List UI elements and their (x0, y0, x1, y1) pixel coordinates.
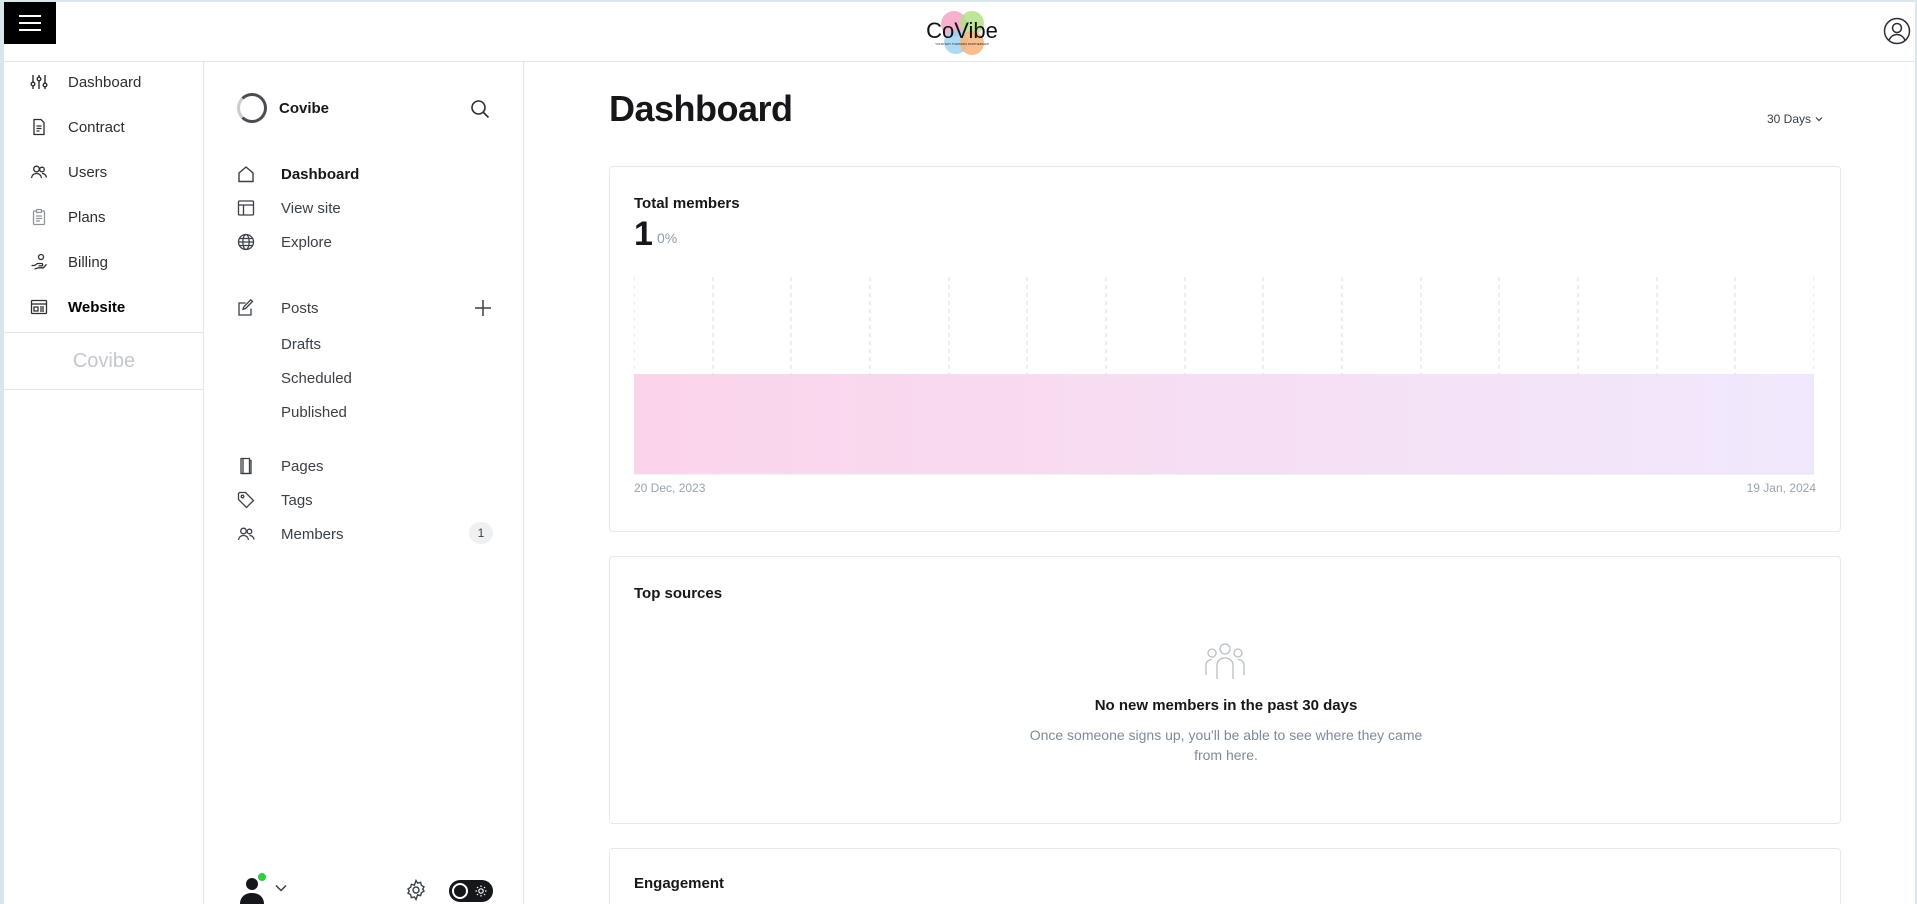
chart-start-date: 20 Dec, 2023 (634, 481, 706, 495)
members-icon (237, 527, 255, 541)
total-members-card: Total members 1 0% 20 Dec, 2023 19 Jan, … (609, 166, 1841, 532)
theme-toggle[interactable] (449, 880, 493, 902)
globe-icon (237, 233, 255, 251)
members-chart[interactable] (634, 277, 1814, 475)
sun-icon (475, 885, 487, 897)
site-logo-icon (237, 93, 267, 123)
card-title: Top sources (634, 585, 723, 602)
left-nav-label: Dashboard (68, 73, 142, 91)
left-nav-item-plans[interactable]: Plans (4, 197, 204, 237)
left-nav-label: Contract (68, 118, 125, 136)
billing-hand-icon (31, 253, 47, 270)
top-bar: CoVibe YOUR WAY TOWARDS PARTNERSHIP (4, 2, 1915, 62)
site-sidebar: Covibe Dashboard View site Explore Posts… (205, 62, 524, 904)
top-sources-card: Top sources No new members in the past 3… (609, 556, 1841, 824)
sliders-icon (30, 75, 48, 89)
sidebar-item-label: View site (281, 199, 341, 217)
sidebar-item-tags[interactable]: Tags (237, 486, 502, 514)
empty-state-title: No new members in the past 30 days (1094, 697, 1358, 714)
users-icon (30, 165, 48, 179)
chevron-down-icon[interactable] (275, 884, 287, 892)
total-members-delta: 0% (657, 230, 678, 246)
user-circle-icon[interactable] (1883, 17, 1911, 45)
site-name: Covibe (279, 99, 330, 117)
clipboard-icon (32, 208, 46, 226)
sidebar-subitem-published[interactable]: Published (281, 404, 347, 421)
left-nav-label: Plans (68, 208, 106, 226)
members-count-badge: 1 (469, 522, 493, 544)
card-title: Total members (634, 195, 740, 212)
page-title: Dashboard (609, 88, 793, 129)
left-nav-label: Website (68, 298, 126, 316)
logo-tagline: YOUR WAY TOWARDS PARTNERSHIP (935, 42, 989, 46)
online-status-dot (257, 872, 267, 882)
sidebar-item-label: Dashboard (281, 165, 360, 183)
left-nav-label: Billing (68, 253, 109, 271)
sidebar-item-view-site[interactable]: View site (237, 194, 502, 222)
chart-end-date: 19 Jan, 2024 (1746, 481, 1816, 495)
toggle-knob (452, 883, 468, 899)
pages-icon (240, 457, 252, 475)
home-icon (238, 166, 254, 183)
sidebar-item-posts[interactable]: Posts (237, 294, 502, 322)
sidebar-item-label: Explore (281, 233, 332, 251)
sidebar-footer (237, 872, 502, 904)
chart-area-fill (634, 374, 1814, 474)
sidebar-item-dashboard[interactable]: Dashboard (237, 160, 502, 188)
sidebar-item-label: Tags (281, 491, 313, 509)
left-nav-item-contract[interactable]: Contract (4, 107, 204, 147)
sidebar-item-label: Posts (281, 299, 319, 317)
tag-icon (237, 491, 255, 509)
main-content: Dashboard 30 Days Total members 1 0% 20 … (525, 62, 1915, 904)
card-title: Engagement (634, 875, 725, 892)
left-nav-item-users[interactable]: Users (4, 152, 204, 192)
left-nav-item-website[interactable]: Website (4, 287, 204, 327)
sidebar-item-label: Pages (281, 457, 324, 475)
total-members-value: 1 (634, 215, 653, 253)
empty-state-text: Once someone signs up, you'll be able to… (1029, 727, 1423, 763)
browser-icon (30, 299, 48, 315)
date-range-select[interactable]: 30 Days (1767, 112, 1823, 126)
document-icon (33, 118, 45, 136)
covibe-logo[interactable]: CoVibe YOUR WAY TOWARDS PARTNERSHIP (920, 8, 1004, 58)
left-nav-divider (4, 332, 204, 333)
search-icon[interactable] (470, 99, 490, 119)
left-nav-item-dashboard[interactable]: Dashboard (4, 62, 204, 102)
left-nav-footer-brand: Covibe (72, 350, 136, 372)
sidebar-subitem-drafts[interactable]: Drafts (281, 336, 321, 353)
date-range-label: 30 Days (1767, 112, 1812, 126)
logo-text: CoVibe (926, 18, 998, 43)
site-switcher[interactable]: Covibe (237, 92, 329, 124)
left-nav-label: Users (68, 163, 108, 181)
left-nav-item-billing[interactable]: Billing (4, 242, 204, 282)
new-post-plus-icon[interactable] (473, 298, 493, 318)
left-nav-divider (4, 389, 204, 390)
sidebar-subitem-scheduled[interactable]: Scheduled (281, 370, 352, 387)
members-empty-icon (1205, 643, 1245, 679)
sidebar-item-label: Members (281, 525, 344, 543)
chevron-down-icon (1815, 117, 1823, 122)
engagement-card: Engagement (609, 848, 1841, 904)
sidebar-item-members[interactable]: Members (237, 520, 502, 548)
sidebar-item-pages[interactable]: Pages (237, 452, 502, 480)
hamburger-icon[interactable] (4, 2, 56, 44)
layout-icon (237, 200, 255, 216)
edit-icon (238, 299, 254, 316)
sidebar-item-explore[interactable]: Explore (237, 228, 502, 256)
left-nav: Dashboard Contract Users Plans Billing W… (4, 62, 204, 904)
gear-icon[interactable] (405, 879, 427, 901)
